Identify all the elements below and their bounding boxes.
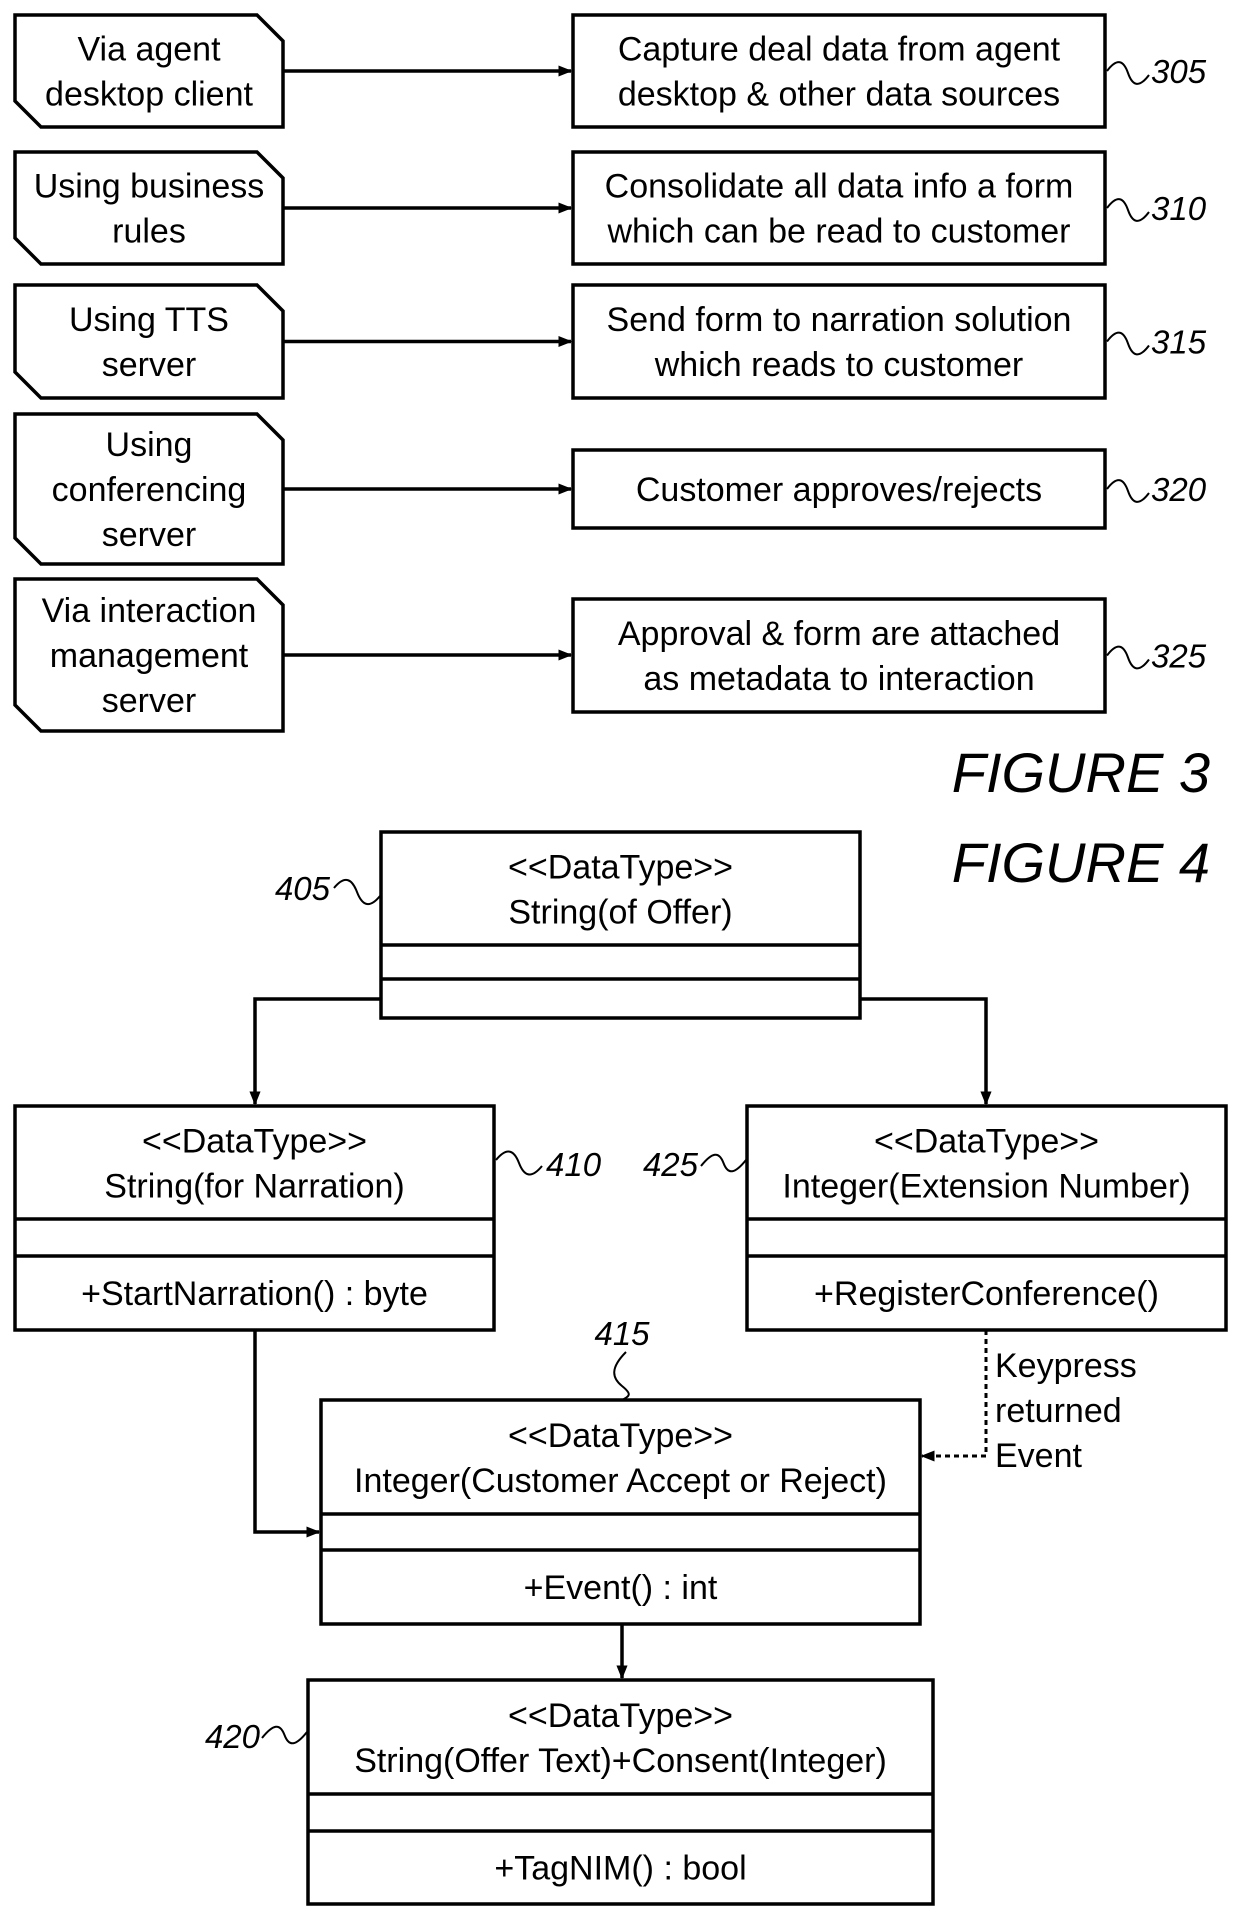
reference-numeral: 325 [1151,638,1207,675]
uml-class-name: String(for Narration) [104,1168,404,1206]
dependency-note-label: Event [995,1437,1082,1475]
means-label: server [102,682,196,720]
flow-step-325: Via interaction management server Approval … [13,577,1207,733]
figure-3-title: FIGURE 3 [952,741,1210,804]
flow-step-310: Using business rules Consolidate all data … [13,150,1207,266]
flow-step-305: Via agent desktop client Capture deal data… [13,13,1207,129]
means-label: Using [106,426,193,464]
uml-class-415: <<DataType>> Integer(Customer Accept or R… [319,1398,922,1626]
uml-stereotype: <<DataType>> [508,849,733,887]
uml-class-405: <<DataType>> String(of Offer) [379,830,862,1020]
association-arrow-405-410 [249,997,381,1106]
uml-operation: +StartNarration() : byte [81,1275,428,1313]
reference-numeral: 405 [275,870,331,907]
reference-leader-line [1106,645,1150,670]
flow-step-315: Using TTS server Send form to narration so… [13,283,1207,400]
dependency-arrow-425-415 [920,1330,988,1462]
uml-class-name: String(Offer Text)+Consent(Integer) [354,1742,887,1780]
uml-operation: +Event() : int [524,1569,718,1607]
means-label: conferencing [52,471,247,509]
patent-figure-sheet: Via agent desktop client Capture deal data… [13,13,1228,1906]
means-label: server [102,516,196,554]
uml-stereotype: <<DataType>> [874,1123,1099,1161]
reference-numeral: 315 [1151,324,1207,361]
process-step-label: which can be read to customer [606,213,1070,251]
means-label: Via interaction [42,592,257,630]
process-step-label: as metadata to interaction [643,660,1034,698]
uml-stereotype: <<DataType>> [508,1417,733,1455]
uml-class-420: <<DataType>> String(Offer Text)+Consent(I… [306,1678,935,1906]
means-label: management [50,637,249,675]
figure-3-flowchart: Via agent desktop client Capture deal data… [13,13,1207,733]
figure-4-class-diagram: <<DataType>>String(of Offer)<<DataType>>… [13,830,1228,1906]
reference-numeral: 305 [1151,53,1207,90]
process-step-label: which reads to customer [654,346,1024,384]
reference-numeral: 310 [1151,190,1207,227]
uml-class-name: Integer(Extension Number) [782,1168,1190,1206]
process-step-label: Capture deal data from agent [618,31,1061,69]
reference-leader-line [333,878,381,906]
reference-leader-line [1106,331,1150,356]
process-step-label: Customer approves/rejects [636,471,1042,509]
means-label: rules [112,213,186,251]
process-step-label: Approval & form are attached [618,615,1060,653]
means-label: Using TTS [69,301,229,339]
dependency-note-label: Keypress [995,1347,1137,1385]
reference-leader-line [1106,198,1150,222]
means-label: desktop client [45,76,253,114]
uml-class-name: Integer(Customer Accept or Reject) [354,1462,887,1500]
means-label: server [102,346,196,384]
reference-numeral: 320 [1151,471,1207,508]
reference-numeral: 420 [205,1718,261,1755]
association-arrow-410-415 [253,1330,321,1538]
reference-leader-line [495,1150,543,1176]
uml-class-410: <<DataType>> String(for Narration) +StartN… [13,1104,496,1332]
uml-stereotype: <<DataType>> [142,1123,367,1161]
reference-numeral: 410 [546,1146,602,1183]
reference-numeral: 415 [594,1315,650,1352]
figure-4-title: FIGURE 4 [952,831,1210,894]
association-arrow-405-425 [860,997,992,1106]
means-label: Via agent [77,31,221,69]
uml-operation: +TagNIM() : bool [494,1850,746,1888]
reference-leader-line [261,1725,308,1745]
reference-numeral: 425 [643,1146,699,1183]
reference-leader-line [1106,479,1150,503]
process-step-label: Consolidate all data info a form [605,168,1074,206]
uml-class-425: <<DataType>> Integer(Extension Number) +Re… [745,1104,1228,1332]
uml-operation: +RegisterConference() [814,1275,1159,1313]
uml-class-name: String(of Offer) [508,894,732,932]
dependency-note-label: returned [995,1392,1122,1430]
uml-stereotype: <<DataType>> [508,1697,733,1735]
process-step-label: desktop & other data sources [618,76,1060,114]
means-label: Using business [34,168,265,206]
reference-leader-line [700,1153,747,1173]
reference-leader-line [1106,61,1150,85]
process-step-label: Send form to narration solution [607,301,1072,339]
flow-step-320: Using conferencing server Customer approves… [13,412,1207,566]
reference-leader-line [613,1351,630,1401]
